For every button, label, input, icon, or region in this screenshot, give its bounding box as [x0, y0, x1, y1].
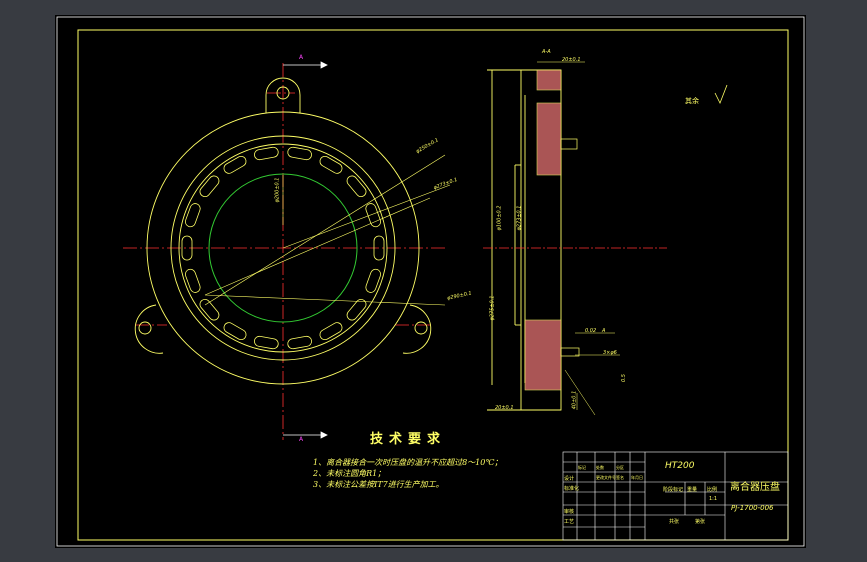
section-bolts	[560, 138, 580, 357]
slot	[184, 268, 201, 293]
dim-thickness-top: 20±0.1	[562, 57, 581, 63]
slot	[365, 203, 382, 228]
sheet-number: 第张	[695, 519, 706, 525]
title-row-standard: 标准化	[564, 486, 580, 492]
slot	[365, 268, 382, 293]
slot	[319, 322, 343, 341]
slot	[184, 203, 201, 228]
section-marker-bottom: A	[299, 436, 304, 443]
slot	[346, 175, 367, 198]
material-label: HT200	[665, 461, 695, 471]
tech-requirement-item: 3、未标注公差按IT7进行生产加工。	[313, 480, 444, 489]
dim-thickness-bottom: 20±0.1	[495, 405, 514, 411]
section-marker-top: A	[299, 54, 304, 61]
slot	[223, 155, 247, 174]
slot	[319, 155, 343, 174]
mark-col: 分区	[616, 465, 624, 470]
mark-col: 处数	[596, 465, 604, 470]
slot	[254, 335, 279, 350]
slot	[223, 322, 247, 341]
scale-label: 比例	[707, 487, 718, 493]
dim-flatness: 0.02	[585, 328, 597, 334]
mark-col: 标记	[578, 465, 586, 470]
drawing-number: PJ-1700-006	[731, 504, 774, 512]
slot	[254, 146, 279, 161]
tech-requirement-item: 2、未标注圆角R1；	[313, 469, 386, 478]
slot	[199, 298, 220, 321]
mark-col: 年月日	[631, 475, 643, 480]
dim-d3: φ200±0.1	[274, 177, 281, 203]
roughness-symbol	[714, 84, 728, 104]
part-name: 离合器压盘	[730, 482, 780, 493]
sheet-total: 共张	[669, 519, 680, 525]
title-row-process: 工艺	[564, 519, 575, 525]
mark-col: 更改文件号	[596, 475, 616, 480]
tech-requirement-item: 1、离合器接合一次时压盘的温升不应超过8～10℃；	[313, 458, 503, 467]
mark-col: 签名	[616, 475, 624, 480]
drawing-sheet: A A 其余 φ250±0.1 φ273±0.1 φ200±0.1 φ290±0…	[55, 15, 806, 548]
stage-label: 阶段标记	[663, 487, 684, 493]
dim-d7: φ275±0.1	[489, 295, 496, 321]
scale-value: 1:1	[709, 496, 718, 502]
dimension-leaders	[204, 154, 451, 306]
weight-label: 重量	[687, 487, 698, 493]
dim-height: 40±0.1	[571, 390, 578, 410]
slot	[287, 146, 312, 161]
section-view-label: A-A	[542, 49, 551, 55]
slot	[199, 175, 220, 198]
title-row-design: 设计	[564, 476, 575, 482]
slot	[287, 335, 312, 350]
section-hatch	[524, 69, 562, 391]
dim-small2: 0.5	[620, 374, 627, 382]
dim-small1: 3×φ6	[603, 350, 617, 356]
tech-requirements-title: 技术要求	[370, 432, 447, 447]
dim-d5: φ100±0.2	[496, 205, 503, 231]
title-row-check: 审核	[564, 509, 575, 515]
roughness-other-label: 其余	[685, 96, 699, 105]
dim-ref: A	[602, 328, 606, 334]
section-arrows	[283, 61, 328, 439]
dim-d6: φ273±0.1	[516, 205, 523, 231]
